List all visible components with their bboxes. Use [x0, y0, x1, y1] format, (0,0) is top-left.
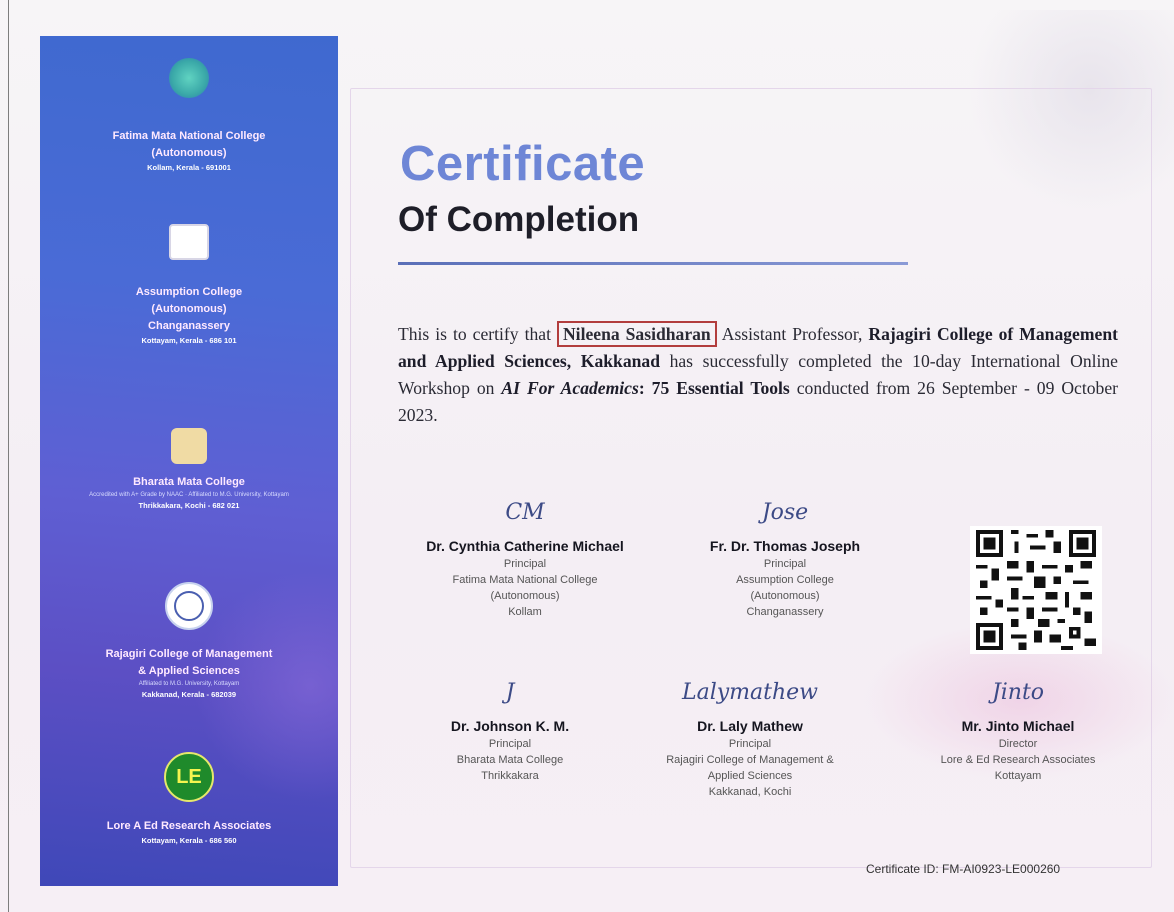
signature-image: Jose: [761, 500, 809, 525]
institution-name: Bharata Mata College: [133, 476, 245, 488]
signatory-detail: Kollam: [508, 606, 542, 618]
institution-lore-ed: LE Lore A Ed Research Associates Kottaya…: [40, 752, 338, 847]
institution-location: Kakkanad, Kerala - 682039: [141, 690, 237, 699]
certificate-page: Fatima Mata National College (Autonomous…: [0, 0, 1174, 912]
assumption-logo-icon: [169, 224, 209, 260]
signatory-title: Director: [998, 738, 1038, 750]
institution-name: (Autonomous): [151, 147, 227, 159]
institution-name: Fatima Mata National College: [112, 130, 266, 142]
institution-subtext: Affiliated to M.G. University, Kottayam: [138, 681, 240, 687]
signatory-detail: Bharata Mata College: [456, 754, 564, 766]
institution-name: & Applied Sciences: [138, 665, 240, 677]
signatory-2: Jose Fr. Dr. Thomas Joseph Principal Ass…: [680, 500, 890, 620]
signatory-detail: Fatima Mata National College: [452, 574, 598, 586]
signatory-1: CM Dr. Cynthia Catherine Michael Princip…: [390, 500, 660, 620]
signatory-detail: Assumption College: [736, 574, 834, 586]
lore-ed-logo-icon: LE: [164, 752, 214, 802]
institution-assumption: Assumption College (Autonomous) Changana…: [40, 224, 338, 347]
institution-location: Thrikkakara, Kochi - 682 021: [138, 501, 240, 510]
signatory-detail: Changanassery: [746, 606, 824, 618]
signatory-detail: Applied Sciences: [707, 770, 793, 782]
qr-code-icon[interactable]: [970, 526, 1102, 654]
signatory-detail: Lore & Ed Research Associates: [940, 754, 1096, 766]
workshop-title-italic: AI For Academics: [501, 378, 639, 398]
certificate-statement: This is to certify that Nileena Sasidhar…: [398, 321, 1118, 429]
signatory-name: Dr. Johnson K. M.: [450, 718, 570, 734]
signature-image: Jinto: [991, 680, 1045, 705]
fatima-mata-logo-icon: [169, 58, 209, 98]
signature-image: CM: [505, 500, 545, 525]
workshop-title-rest: : 75 Essential Tools: [638, 378, 790, 398]
signatory-name: Dr. Cynthia Catherine Michael: [426, 538, 624, 554]
signatory-name: Fr. Dr. Thomas Joseph: [709, 538, 861, 554]
certificate-id: Certificate ID: FM-AI0923-LE000260: [866, 862, 1061, 876]
institution-name: Rajagiri College of Management: [105, 648, 273, 660]
signatory-detail: Kakkanad, Kochi: [708, 786, 792, 798]
signatory-5: Jinto Mr. Jinto Michael Director Lore & …: [908, 680, 1128, 784]
signatory-title: Principal: [488, 738, 532, 750]
institution-location: Kottayam, Kerala - 686 560: [141, 836, 237, 845]
institution-name: (Autonomous): [151, 303, 227, 315]
institution-fatima-mata: Fatima Mata National College (Autonomous…: [40, 58, 338, 174]
institution-rajagiri: Rajagiri College of Management & Applied…: [40, 582, 338, 701]
institution-location: Kollam, Kerala - 691001: [147, 163, 231, 172]
signatory-3: J Dr. Johnson K. M. Principal Bharata Ma…: [420, 680, 600, 784]
institution-subtext: Accredited with A+ Grade by NAAC · Affil…: [89, 492, 289, 498]
signatory-detail: (Autonomous): [490, 590, 560, 602]
institution-bharata-mata: Bharata Mata College Accredited with A+ …: [40, 428, 338, 512]
signature-image: J: [505, 680, 515, 705]
recipient-role: Assistant Professor,: [716, 324, 869, 344]
institution-name: Changanassery: [148, 320, 230, 332]
rajagiri-seal-icon: [165, 582, 213, 630]
institution-name: Lore A Ed Research Associates: [106, 820, 272, 832]
signatory-title: Principal: [728, 738, 772, 750]
institution-location: Kottayam, Kerala - 686 101: [141, 336, 237, 345]
title-divider: [398, 262, 908, 265]
scan-edge: [8, 0, 9, 912]
signature-image: Lalymathew: [681, 680, 819, 705]
certificate-title: Certificate: [400, 137, 646, 191]
institutions-sidebar: Fatima Mata National College (Autonomous…: [40, 36, 338, 886]
signatory-detail: Kottayam: [994, 770, 1042, 782]
institution-name: Assumption College: [135, 286, 243, 298]
signatory-detail: Rajagiri College of Management &: [666, 754, 834, 766]
signatory-title: Principal: [763, 558, 807, 570]
bharata-mata-logo-icon: [171, 428, 207, 464]
signatory-detail: (Autonomous): [750, 590, 820, 602]
statement-lead: This is to certify that: [398, 324, 557, 344]
signatory-title: Principal: [503, 558, 547, 570]
certificate-subtitle: Of Completion: [398, 200, 640, 239]
signatory-4: Lalymathew Dr. Laly Mathew Principal Raj…: [630, 680, 870, 800]
signatory-name: Mr. Jinto Michael: [961, 718, 1075, 734]
signatory-detail: Thrikkakara: [481, 770, 539, 782]
recipient-name: Nileena Sasidharan: [556, 321, 717, 347]
signatory-name: Dr. Laly Mathew: [697, 718, 803, 734]
